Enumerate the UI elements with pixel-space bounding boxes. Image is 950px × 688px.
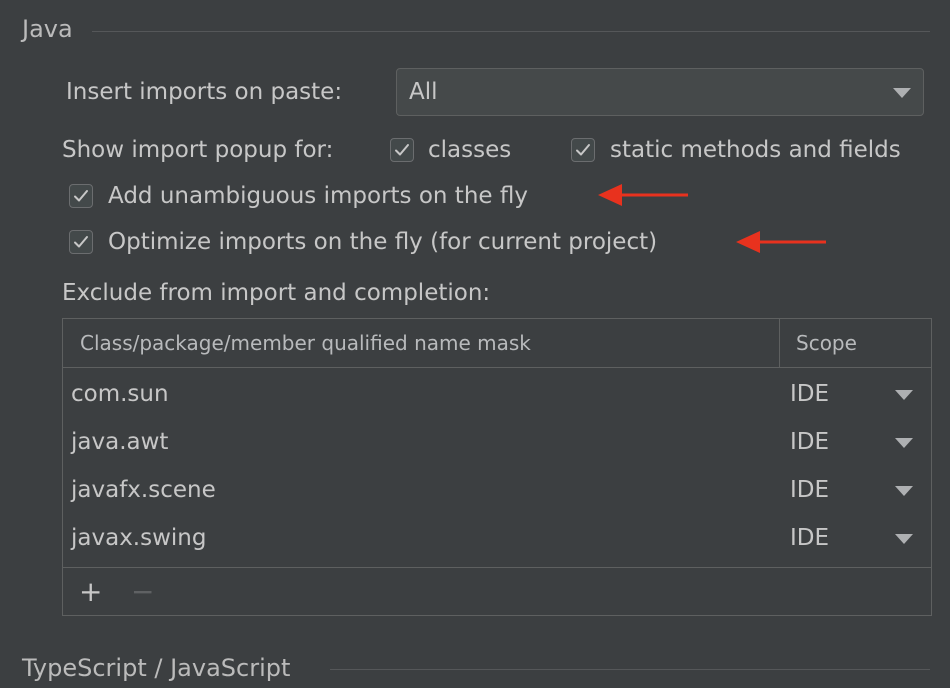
plus-icon[interactable]: + [79, 578, 102, 606]
table-header: Class/package/member qualified name mask… [63, 319, 931, 368]
scope-cell[interactable]: IDE [790, 527, 829, 550]
add-unambiguous-checkbox[interactable] [69, 184, 93, 208]
java-section-title: Java [22, 15, 73, 43]
typescript-section-title: TypeScript / JavaScript [22, 654, 291, 682]
exclude-table: Class/package/member qualified name mask… [62, 318, 932, 616]
scope-cell[interactable]: IDE [790, 479, 829, 502]
show-popup-label: Show import popup for: [62, 137, 334, 163]
classes-checkbox[interactable] [390, 138, 414, 162]
chevron-down-icon[interactable] [895, 390, 913, 400]
chevron-down-icon[interactable] [895, 438, 913, 448]
insert-imports-label: Insert imports on paste: [66, 79, 343, 105]
checkmark-icon [74, 190, 88, 202]
java-section-divider [92, 31, 930, 32]
red-arrow-annotation [736, 231, 826, 253]
checkmark-icon [395, 144, 409, 156]
insert-imports-combo[interactable]: All [396, 68, 924, 116]
mask-cell: javax.swing [71, 525, 207, 551]
typescript-section-divider [330, 669, 930, 670]
table-row[interactable]: java.awt IDE [63, 418, 931, 466]
optimize-imports-checkbox[interactable] [69, 230, 93, 254]
column-divider [779, 319, 780, 367]
table-toolbar: + − [63, 567, 931, 616]
minus-icon[interactable]: − [131, 578, 154, 606]
classes-label: classes [428, 137, 512, 163]
column-header-scope[interactable]: Scope [796, 333, 857, 353]
table-row[interactable]: javax.swing IDE [63, 514, 931, 562]
checkmark-icon [576, 144, 590, 156]
checkmark-icon [74, 236, 88, 248]
mask-cell: com.sun [71, 381, 169, 407]
optimize-imports-label: Optimize imports on the fly (for current… [108, 229, 658, 255]
chevron-down-icon [893, 88, 911, 98]
static-methods-label: static methods and fields [610, 137, 901, 163]
static-methods-checkbox[interactable] [571, 138, 595, 162]
insert-imports-value: All [409, 79, 438, 105]
add-unambiguous-label: Add unambiguous imports on the fly [108, 183, 528, 209]
table-row[interactable]: com.sun IDE [63, 370, 931, 418]
table-row[interactable]: javafx.scene IDE [63, 466, 931, 514]
exclude-label: Exclude from import and completion: [62, 280, 491, 306]
chevron-down-icon[interactable] [895, 534, 913, 544]
column-header-mask[interactable]: Class/package/member qualified name mask [80, 333, 531, 353]
mask-cell: javafx.scene [71, 477, 216, 503]
scope-cell[interactable]: IDE [790, 431, 829, 454]
red-arrow-annotation [598, 184, 688, 206]
scope-cell[interactable]: IDE [790, 383, 829, 406]
chevron-down-icon[interactable] [895, 486, 913, 496]
mask-cell: java.awt [71, 429, 169, 455]
